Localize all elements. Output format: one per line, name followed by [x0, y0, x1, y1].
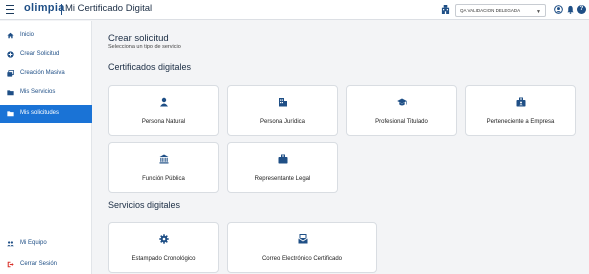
sidebar-item-cerrar-sesion[interactable]: Cerrar Sesión — [0, 257, 92, 273]
home-icon — [7, 32, 14, 39]
sidebar-item-inicio[interactable]: Inicio — [0, 28, 92, 44]
gear-icon — [159, 234, 169, 244]
olimpia-logo: olimpia — [24, 2, 65, 14]
person-icon — [160, 97, 168, 107]
graduation-cap-icon — [397, 98, 407, 106]
folder-icon — [7, 111, 14, 117]
card-funcion-publica[interactable]: Función Pública — [108, 142, 219, 193]
section-title-servicios: Servicios digitales — [108, 200, 181, 210]
card-persona-juridica[interactable]: Persona Jurídica — [227, 85, 338, 136]
card-perteneciente-empresa[interactable]: Perteneciente a Empresa — [465, 85, 576, 136]
card-label: Profesional Titulado — [375, 119, 428, 125]
card-profesional-titulado[interactable]: Profesional Titulado — [346, 85, 457, 136]
card-label: Perteneciente a Empresa — [486, 119, 555, 125]
entity-select-value: QA VALIDACION DELEGADA — [460, 8, 521, 13]
entity-building-icon — [441, 5, 450, 14]
team-icon — [7, 241, 14, 247]
sidebar-item-label: Mi Equipo — [20, 240, 47, 246]
card-correo-certificado[interactable]: Correo Electrónico Certificado — [227, 222, 377, 273]
sidebar-item-label: Cerrar Sesión — [20, 261, 58, 267]
certified-mail-icon — [298, 234, 308, 244]
card-persona-natural[interactable]: Persona Natural — [108, 85, 219, 136]
government-building-icon — [159, 154, 169, 164]
card-representante-legal[interactable]: Representante Legal — [227, 142, 338, 193]
sidebar-item-crear-solicitud[interactable]: Crear Solicitud — [0, 47, 92, 63]
page-title: Crear solicitud — [108, 33, 169, 44]
logout-icon — [7, 261, 14, 268]
folder-icon — [7, 90, 14, 96]
menu-icon[interactable] — [6, 5, 14, 14]
section-title-certificados: Certificados digitales — [108, 62, 192, 72]
sidebar: Inicio Crear Solicitud Creación Masiva M… — [0, 21, 92, 274]
chevron-down-icon: ▼ — [536, 9, 541, 15]
top-bar: olimpia Mi Certificado Digital QA VALIDA… — [0, 0, 589, 20]
sidebar-item-label: Mis Servicios — [20, 89, 56, 95]
card-estampado-cronologico[interactable]: Estampado Cronológico — [108, 222, 219, 273]
help-icon[interactable]: ? — [577, 5, 586, 14]
building-icon — [279, 98, 287, 107]
card-label: Correo Electrónico Certificado — [261, 256, 343, 262]
card-label: Función Pública — [142, 176, 185, 182]
sidebar-item-mis-servicios[interactable]: Mis Servicios — [0, 85, 92, 101]
logo-divider — [61, 4, 62, 15]
entity-select[interactable]: QA VALIDACION DELEGADA ▼ — [455, 4, 546, 17]
sidebar-item-label: Crear Solicitud — [20, 51, 60, 57]
sidebar-item-mi-equipo[interactable]: Mi Equipo — [0, 236, 92, 252]
briefcase-badge-icon — [516, 97, 526, 107]
sidebar-item-creacion-masiva[interactable]: Creación Masiva — [0, 66, 92, 82]
sidebar-item-label: Inicio — [20, 32, 35, 38]
bell-icon[interactable] — [566, 5, 575, 14]
card-label: Persona Jurídica — [259, 119, 306, 125]
card-label: Estampado Cronológico — [131, 256, 196, 262]
page-subtitle: Selecciona un tipo de servicio — [108, 44, 181, 50]
card-label: Persona Natural — [141, 119, 186, 125]
sidebar-item-label: Creación Masiva — [20, 70, 65, 76]
main-content: Crear solicitud Selecciona un tipo de se… — [93, 21, 589, 274]
sidebar-item-mis-solicitudes[interactable]: Mis solicitudes — [0, 105, 92, 123]
app-title: Mi Certificado Digital — [65, 3, 153, 14]
plus-circle-icon — [7, 51, 14, 58]
user-account-icon[interactable] — [554, 5, 563, 14]
briefcase-icon — [278, 154, 288, 164]
sidebar-item-label: Mis solicitudes — [20, 110, 60, 116]
stack-icon — [7, 70, 14, 77]
card-label: Representante Legal — [254, 176, 311, 182]
